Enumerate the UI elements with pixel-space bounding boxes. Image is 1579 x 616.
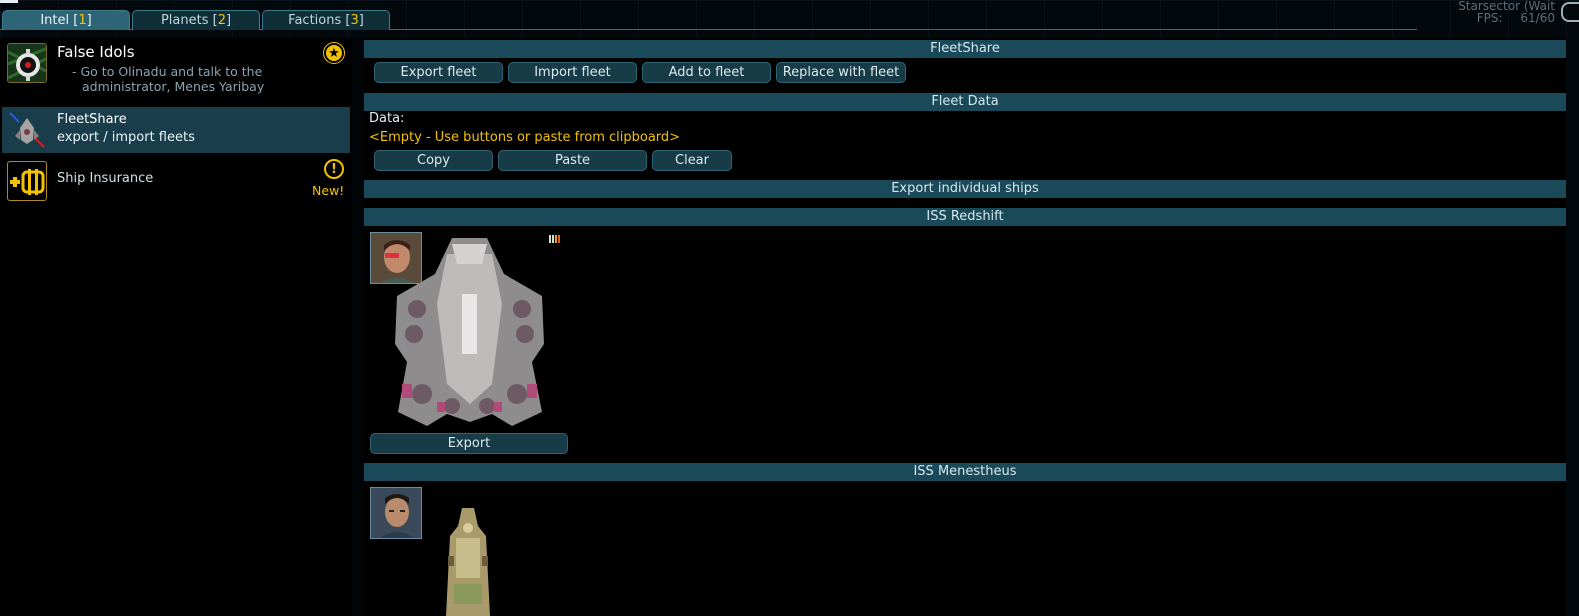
tab-planets[interactable]: Planets [2] xyxy=(132,10,260,30)
intel-tab-bar: Intel [1] Planets [2] Factions [3] xyxy=(0,10,1417,30)
officer-portrait xyxy=(370,487,422,539)
tab-planets-count: 2 xyxy=(217,13,226,28)
tab-intel[interactable]: Intel [1] xyxy=(2,10,130,30)
import-fleet-button[interactable]: Import fleet xyxy=(508,62,637,83)
intel-item-desc-line1: - Go to Olinadu and talk to the xyxy=(72,64,263,79)
ship-status-bars xyxy=(549,235,560,243)
export-fleet-button[interactable]: Export fleet xyxy=(374,62,503,83)
paste-button[interactable]: Paste xyxy=(498,150,647,171)
fleetshare-header: FleetShare xyxy=(364,40,1566,58)
corner-menu-icon[interactable] xyxy=(1561,2,1579,22)
intel-item-false-idols[interactable]: False Idols - Go to Olinadu and talk to … xyxy=(2,38,350,102)
replace-with-fleet-button[interactable]: Replace with fleet xyxy=(776,62,906,83)
intel-item-title: Ship Insurance xyxy=(57,171,154,186)
tab-factions[interactable]: Factions [3] xyxy=(262,10,390,30)
intel-item-fleetshare[interactable]: FleetShare export / import fleets xyxy=(2,107,350,153)
tab-intel-count: 1 xyxy=(78,13,87,28)
intel-item-subtitle: export / import fleets xyxy=(57,130,195,145)
new-label: New! xyxy=(312,183,345,198)
window-corner-mark xyxy=(0,0,18,3)
tab-factions-label: Factions [ xyxy=(288,13,351,28)
important-star-icon: ★ xyxy=(324,43,344,63)
tab-planets-label: Planets [ xyxy=(160,13,218,28)
tab-factions-count: 3 xyxy=(350,13,359,28)
fleetshare-panel: FleetShare Export fleet Import fleet Add… xyxy=(364,38,1566,616)
alert-icon: ! xyxy=(324,159,344,179)
data-label: Data: xyxy=(369,111,405,126)
ship-name-header: ISS Redshift xyxy=(364,208,1566,226)
fleet-data-field[interactable]: <Empty - Use buttons or paste from clipb… xyxy=(369,130,680,145)
export-individual-header: Export individual ships xyxy=(364,180,1566,198)
tab-planets-close: ] xyxy=(225,13,232,28)
copy-button[interactable]: Copy xyxy=(374,150,493,171)
panel-divider xyxy=(352,38,364,616)
fleet-data-header: Fleet Data xyxy=(364,93,1566,111)
insurance-icon xyxy=(7,161,47,201)
fps-value: 61/60 xyxy=(1520,11,1555,25)
right-edge-scroll-area xyxy=(1566,38,1579,616)
ship-icon xyxy=(7,110,47,150)
fps-label: FPS: xyxy=(1476,11,1503,25)
intel-item-desc-line2: administrator, Menes Yaribay xyxy=(82,79,265,94)
ship-sprite-redshift xyxy=(392,234,547,429)
tab-intel-close: ] xyxy=(86,13,92,28)
tab-intel-label: Intel [ xyxy=(40,13,79,28)
clear-button[interactable]: Clear xyxy=(652,150,732,171)
target-icon xyxy=(7,43,47,83)
intel-item-title: FleetShare xyxy=(57,112,127,127)
ship-sprite-menestheus xyxy=(428,506,508,616)
ship-name-header: ISS Menestheus xyxy=(364,463,1566,481)
fps-overlay: Starsector (Wait FPS: 61/60 xyxy=(1458,0,1555,24)
intel-item-title: False Idols xyxy=(57,43,135,61)
export-ship-button[interactable]: Export xyxy=(370,433,568,454)
fps-readout: FPS: 61/60 xyxy=(1458,12,1555,24)
tab-factions-close: ] xyxy=(358,13,364,28)
intel-list-panel: False Idols - Go to Olinadu and talk to … xyxy=(0,38,352,616)
intel-item-ship-insurance[interactable]: Ship Insurance ! New! xyxy=(2,158,350,204)
add-to-fleet-button[interactable]: Add to fleet xyxy=(642,62,771,83)
